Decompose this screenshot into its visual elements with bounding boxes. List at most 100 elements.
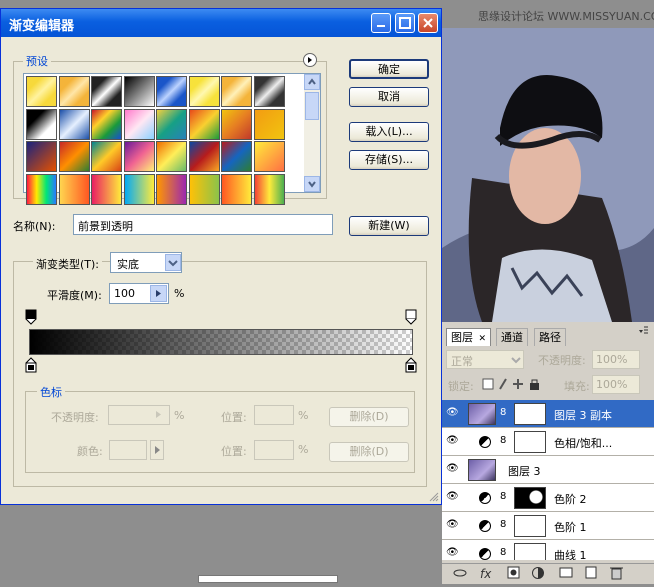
svg-text:fx: fx <box>480 567 492 581</box>
chevron-up-icon <box>308 78 316 85</box>
presets-menu-button[interactable] <box>303 53 317 67</box>
resize-grip[interactable] <box>429 491 439 502</box>
preset-swatch[interactable] <box>91 76 122 107</box>
panel-menu-button[interactable] <box>636 324 650 336</box>
ok-button[interactable]: 确定 <box>349 59 429 79</box>
preset-swatch[interactable] <box>156 108 187 140</box>
preset-swatch[interactable] <box>221 108 252 140</box>
visibility-eye-icon[interactable]: 👁 <box>446 407 459 418</box>
preset-swatch[interactable] <box>253 108 285 140</box>
preset-swatch[interactable] <box>188 108 220 140</box>
preset-swatch[interactable] <box>253 141 285 172</box>
opacity-stop-icon <box>405 309 417 325</box>
link-chain-icon: 8 <box>500 407 507 418</box>
smoothness-input[interactable]: 100 <box>109 283 169 304</box>
lock-buttons[interactable] <box>482 377 544 391</box>
fill-value: 100% <box>596 378 628 391</box>
stop-position-input-2[interactable] <box>254 440 294 460</box>
blend-mode-select[interactable]: 正常 <box>446 350 524 369</box>
gradient-type-select[interactable]: 实底 <box>110 252 182 273</box>
gradient-type-dropdown-button[interactable] <box>165 254 181 271</box>
opacity-stop-left[interactable] <box>25 309 37 325</box>
layer-row[interactable]: 👁 图层 3 <box>442 456 654 484</box>
preset-swatch[interactable] <box>58 76 90 107</box>
preset-swatch[interactable] <box>26 173 57 205</box>
visibility-eye-icon[interactable]: 👁 <box>446 491 459 502</box>
tab-paths[interactable]: 路径 <box>534 328 566 346</box>
preset-swatch[interactable] <box>123 173 155 205</box>
preset-swatch[interactable] <box>156 173 187 205</box>
close-button[interactable] <box>418 13 438 33</box>
preset-swatch[interactable] <box>156 76 187 107</box>
preset-swatch[interactable] <box>26 108 57 140</box>
scroll-down-button[interactable] <box>304 176 320 192</box>
preset-swatch[interactable] <box>188 173 220 205</box>
preset-swatch[interactable] <box>188 141 220 172</box>
preset-swatch[interactable] <box>26 141 57 172</box>
opacity-input[interactable]: 100% <box>592 350 640 369</box>
preset-swatch[interactable] <box>91 141 122 172</box>
minimize-button[interactable] <box>371 13 391 33</box>
new-button[interactable]: 新建(W) <box>349 216 429 236</box>
color-stop-right[interactable] <box>405 357 417 373</box>
preset-swatch[interactable] <box>58 141 90 172</box>
cancel-button[interactable]: 取消 <box>349 87 429 107</box>
preset-swatch[interactable] <box>26 76 57 107</box>
fill-input[interactable]: 100% <box>592 375 640 394</box>
preset-swatch[interactable] <box>91 173 122 205</box>
preset-swatch[interactable] <box>91 108 122 140</box>
preset-swatch[interactable] <box>253 173 285 205</box>
fill-label: 填充: <box>564 380 590 393</box>
save-button[interactable]: 存储(S)... <box>349 150 429 170</box>
arrow-right-icon <box>156 290 161 297</box>
tab-layers[interactable]: 图层 ✕ <box>446 328 492 346</box>
stop-color-swatch[interactable] <box>109 440 147 460</box>
visibility-eye-icon[interactable]: 👁 <box>446 547 459 558</box>
tab-channels[interactable]: 通道 <box>496 328 528 346</box>
layer-mask-thumbnail <box>514 515 546 537</box>
preset-swatch[interactable] <box>58 173 90 205</box>
smoothness-label: 平滑度(M): <box>47 289 102 302</box>
name-input[interactable]: 前景到透明 <box>73 214 333 235</box>
preset-swatch[interactable] <box>221 173 252 205</box>
stop-opacity-slider-button[interactable] <box>151 407 168 423</box>
stop-color-menu-button[interactable] <box>150 440 164 460</box>
gradient-preview-bar[interactable] <box>29 329 413 355</box>
adjustment-layer-icon <box>479 520 491 532</box>
stop-opacity-input[interactable] <box>108 405 170 425</box>
delete-opacity-stop-button[interactable]: 删除(D) <box>329 407 409 427</box>
visibility-eye-icon[interactable]: 👁 <box>446 519 459 530</box>
layer-row[interactable]: 👁 8 色阶 2 <box>442 484 654 512</box>
visibility-eye-icon[interactable]: 👁 <box>446 463 459 474</box>
preset-swatch[interactable] <box>123 76 155 107</box>
scroll-up-button[interactable] <box>304 74 320 90</box>
layer-row[interactable]: 👁 8 色阶 1 <box>442 512 654 540</box>
smoothness-slider-button[interactable] <box>150 285 167 302</box>
gradient-editor-dialog: 渐变编辑器 预设 确定 取消 载入(L)... 存储(S)... 名称(N): … <box>0 8 442 505</box>
preset-swatch[interactable] <box>156 141 187 172</box>
layer-row[interactable]: 👁 8 曲线 1 <box>442 540 654 560</box>
preset-swatch[interactable] <box>58 108 90 140</box>
delete-color-stop-button[interactable]: 删除(D) <box>329 442 409 462</box>
scroll-thumb[interactable] <box>305 92 319 120</box>
maximize-button[interactable] <box>395 13 415 33</box>
visibility-eye-icon[interactable]: 👁 <box>446 435 459 446</box>
presets-scrollbar[interactable] <box>304 74 320 192</box>
color-stop-left[interactable] <box>25 357 37 373</box>
preset-swatch[interactable] <box>221 76 252 107</box>
preset-swatch[interactable] <box>253 76 285 107</box>
layer-row[interactable]: 👁 8 色相/饱和... <box>442 428 654 456</box>
close-tab-icon[interactable]: ✕ <box>479 334 487 344</box>
layer-row[interactable]: 👁 8 图层 3 副本 <box>442 400 654 428</box>
preset-swatch[interactable] <box>123 141 155 172</box>
preset-swatch[interactable] <box>123 108 155 140</box>
preset-swatch[interactable] <box>188 76 220 107</box>
layer-name: 色相/饱和... <box>554 437 613 450</box>
color-stop-icon <box>405 357 417 373</box>
opacity-stop-right[interactable] <box>405 309 417 325</box>
stop-position-input-1[interactable] <box>254 405 294 425</box>
dialog-title: 渐变编辑器 <box>9 19 75 34</box>
preset-swatch[interactable] <box>221 141 252 172</box>
title-bar[interactable]: 渐变编辑器 <box>1 9 441 37</box>
load-button[interactable]: 载入(L)... <box>349 122 429 142</box>
